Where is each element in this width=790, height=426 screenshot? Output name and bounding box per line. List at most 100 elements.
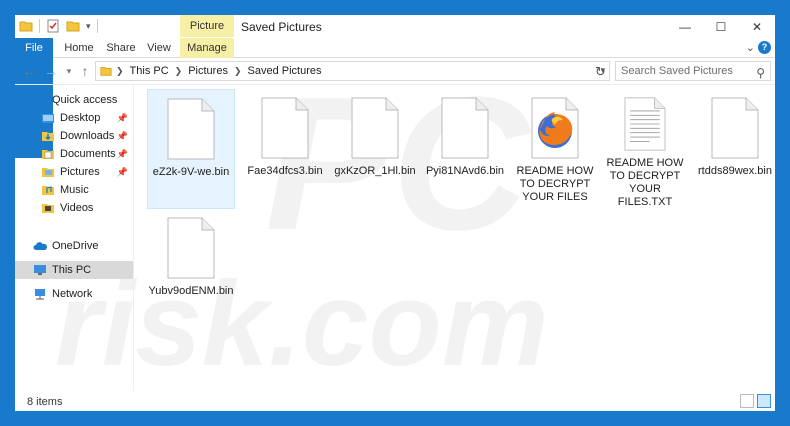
title-bar: ▾ Picture Tools Saved Pictures — ☐ ✕ bbox=[15, 15, 775, 54]
onedrive-icon bbox=[33, 242, 47, 250]
sidebar-item-downloads[interactable]: Downloads 📌 bbox=[15, 127, 133, 145]
pin-icon[interactable]: 📌 bbox=[117, 131, 128, 142]
breadcrumb-separator-icon[interactable]: ❯ bbox=[234, 66, 242, 77]
picture-tools-label: Picture Tools bbox=[180, 15, 234, 54]
sidebar-item-music[interactable]: Music bbox=[15, 181, 133, 199]
breadcrumb-separator-icon[interactable]: ❯ bbox=[116, 66, 124, 77]
music-folder-icon bbox=[42, 186, 54, 195]
tab-share[interactable]: Share bbox=[103, 38, 139, 58]
blank-file-icon bbox=[167, 217, 215, 279]
breadcrumb-saved-pictures[interactable]: Saved Pictures bbox=[248, 65, 322, 77]
pin-icon[interactable]: 📌 bbox=[117, 167, 128, 178]
star-icon bbox=[34, 94, 46, 106]
customize-toolbar-icon[interactable]: ▾ bbox=[86, 21, 91, 32]
status-bar: 8 items bbox=[15, 391, 775, 411]
file-name: Fae34dfcs3.bin bbox=[247, 165, 323, 177]
view-switcher bbox=[740, 394, 771, 408]
file-name: Pyi81NAvd6.bin bbox=[425, 165, 505, 177]
breadcrumb-separator-icon[interactable]: ❯ bbox=[175, 66, 183, 77]
item-count: 8 items bbox=[27, 396, 63, 408]
details-view-icon[interactable] bbox=[740, 394, 754, 408]
sidebar-item-label: Desktop bbox=[60, 112, 101, 124]
file-name: README HOW TO DECRYPT YOUR FILES bbox=[516, 165, 594, 203]
file-item[interactable]: eZ2k-9V-we.bin bbox=[147, 89, 235, 209]
sidebar-item-this-pc[interactable]: This PC bbox=[15, 261, 133, 279]
file-item[interactable]: README HOW TO DECRYPT YOUR FILES bbox=[511, 89, 599, 209]
sidebar-item-label: Network bbox=[52, 288, 93, 300]
sidebar-item-label: Music bbox=[60, 184, 89, 196]
forward-button[interactable]: → bbox=[43, 63, 59, 79]
tab-view[interactable]: View bbox=[143, 38, 175, 58]
videos-folder-icon bbox=[42, 204, 54, 213]
file-list: eZ2k-9V-we.bin Fae34dfcs3.bin gxKzOR_1Hl… bbox=[135, 85, 775, 391]
folder-icon[interactable] bbox=[19, 19, 33, 33]
search-icon[interactable]: ⚲ bbox=[756, 64, 765, 82]
sidebar-item-onedrive[interactable]: OneDrive bbox=[15, 237, 133, 255]
downloads-folder-icon bbox=[42, 132, 54, 141]
toolbar-divider bbox=[96, 19, 98, 33]
file-name: rtdds89wex.bin bbox=[698, 165, 772, 177]
navigation-bar: ← → ▾ ↑ ❯ This PC ❯ Pictures ❯ Saved Pic… bbox=[15, 58, 775, 85]
sidebar-item-videos[interactable]: Videos bbox=[15, 199, 133, 217]
large-icons-view-icon[interactable] bbox=[757, 394, 771, 408]
sidebar-item-label: Videos bbox=[60, 202, 94, 214]
blank-file-icon bbox=[261, 97, 309, 159]
sidebar-item-label: Pictures bbox=[60, 166, 100, 178]
file-name: README HOW TO DECRYPT YOUR FILES.TXT bbox=[606, 157, 684, 208]
maximize-button[interactable]: ☐ bbox=[703, 15, 739, 38]
sidebar-item-label: Downloads bbox=[60, 130, 115, 142]
ribbon-tabs: File Home Share View Manage ⌄ ? bbox=[15, 38, 775, 158]
search-input[interactable]: Search Saved Pictures ⚲ bbox=[615, 61, 771, 81]
network-icon bbox=[35, 289, 45, 300]
file-name: gxKzOR_1Hl.bin bbox=[334, 165, 416, 177]
file-item[interactable]: Pyi81NAvd6.bin bbox=[421, 89, 509, 209]
window-title: Saved Pictures bbox=[241, 20, 322, 34]
text-file-icon bbox=[624, 97, 666, 151]
quick-access-toolbar: ▾ bbox=[19, 19, 98, 33]
minimize-button[interactable]: — bbox=[667, 15, 703, 38]
desktop-folder-icon bbox=[42, 114, 54, 123]
documents-folder-icon bbox=[42, 150, 54, 159]
pictures-folder-icon bbox=[42, 168, 54, 177]
sidebar-item-desktop[interactable]: Desktop 📌 bbox=[15, 109, 133, 127]
tab-home[interactable]: Home bbox=[59, 38, 99, 58]
sidebar-item-pictures[interactable]: Pictures 📌 bbox=[15, 163, 133, 181]
blank-file-icon bbox=[167, 98, 215, 160]
file-name: eZ2k-9V-we.bin bbox=[152, 166, 230, 178]
toolbar-divider bbox=[39, 19, 40, 33]
properties-icon[interactable] bbox=[46, 19, 60, 33]
sidebar-item-label: Documents bbox=[60, 148, 116, 160]
file-item[interactable]: README HOW TO DECRYPT YOUR FILES.TXT bbox=[601, 89, 689, 209]
recent-locations-icon[interactable]: ▾ bbox=[61, 63, 77, 79]
sidebar-item-label: OneDrive bbox=[52, 240, 99, 252]
file-item[interactable]: rtdds89wex.bin bbox=[691, 89, 775, 209]
sidebar-item-label: This PC bbox=[52, 264, 92, 276]
pin-icon[interactable]: 📌 bbox=[117, 113, 128, 124]
file-item[interactable]: gxKzOR_1Hl.bin bbox=[331, 89, 419, 209]
new-folder-icon[interactable] bbox=[66, 19, 80, 33]
search-placeholder: Search Saved Pictures bbox=[621, 65, 733, 77]
back-button[interactable]: ← bbox=[21, 63, 37, 79]
blank-file-icon bbox=[351, 97, 399, 159]
file-item[interactable]: Yubv9odENM.bin bbox=[147, 209, 235, 329]
help-icon[interactable]: ? bbox=[758, 41, 771, 54]
expand-ribbon-icon[interactable]: ⌄ bbox=[746, 41, 755, 54]
window-controls: — ☐ ✕ bbox=[667, 15, 775, 38]
close-button[interactable]: ✕ bbox=[739, 15, 775, 38]
address-bar[interactable]: ❯ This PC ❯ Pictures ❯ Saved Pictures ▾ bbox=[95, 61, 610, 81]
breadcrumb-this-pc[interactable]: This PC bbox=[130, 65, 169, 77]
breadcrumb-pictures[interactable]: Pictures bbox=[188, 65, 228, 77]
navigation-pane: Quick access Desktop 📌 Downloads 📌 Docum… bbox=[15, 85, 134, 391]
computer-icon bbox=[34, 265, 46, 275]
tab-manage[interactable]: Manage bbox=[180, 38, 234, 58]
pin-icon[interactable]: 📌 bbox=[117, 149, 128, 160]
file-item[interactable]: Fae34dfcs3.bin bbox=[241, 89, 329, 209]
explorer-window: PC risk.com ▾ Picture Tools Saved Pictur… bbox=[14, 14, 776, 412]
refresh-icon[interactable]: ↻ bbox=[595, 65, 609, 79]
sidebar-item-documents[interactable]: Documents 📌 bbox=[15, 145, 133, 163]
firefox-html-file-icon bbox=[531, 97, 579, 159]
up-button[interactable]: ↑ bbox=[77, 63, 93, 79]
sidebar-item-quick-access[interactable]: Quick access bbox=[15, 91, 133, 109]
blank-file-icon bbox=[441, 97, 489, 159]
sidebar-item-network[interactable]: Network bbox=[15, 285, 133, 303]
